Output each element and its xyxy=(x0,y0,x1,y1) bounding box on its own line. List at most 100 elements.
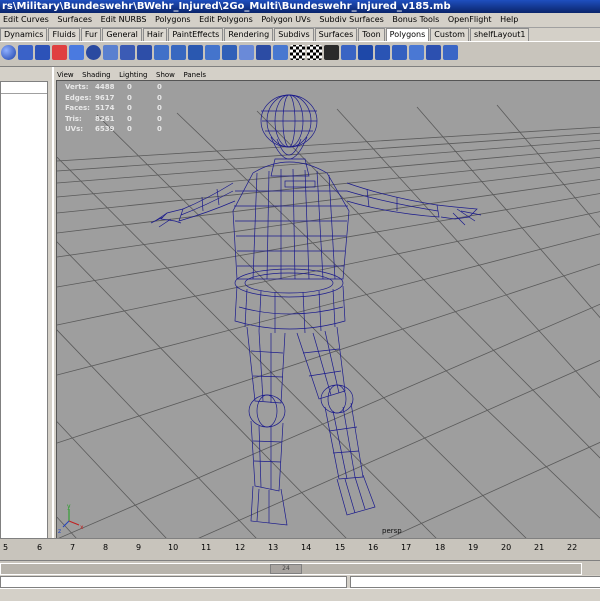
shelf-tab-surfaces[interactable]: Surfaces xyxy=(314,28,358,41)
hud-row-edges: Edges: 9617 0 0 xyxy=(65,94,185,105)
bevel-icon[interactable] xyxy=(171,45,186,60)
frame-tick: 14 xyxy=(301,543,312,552)
separate-icon[interactable] xyxy=(120,45,135,60)
flip-normal-icon[interactable] xyxy=(358,45,373,60)
frame-tick: 18 xyxy=(435,543,446,552)
merge-icon[interactable] xyxy=(188,45,203,60)
main-menu-bar: Edit Curves Surfaces Edit NURBS Polygons… xyxy=(0,13,600,28)
hud-label: Verts: xyxy=(65,83,89,91)
menu-edit-polygons[interactable]: Edit Polygons xyxy=(196,13,256,27)
viewport-menu-shading[interactable]: Shading xyxy=(79,70,113,80)
flip-uv-icon[interactable] xyxy=(443,45,458,60)
time-slider[interactable]: 5 6 7 8 9 10 11 12 13 14 15 16 17 18 19 … xyxy=(0,538,600,560)
smooth-icon[interactable] xyxy=(205,45,220,60)
soften-edge-icon[interactable] xyxy=(375,45,390,60)
poly-count-hud: Verts: 4488 0 0 Edges: 9617 0 0 Faces: 5174 0 0 T… xyxy=(65,83,185,136)
cube-icon[interactable] xyxy=(18,45,33,60)
menu-bonus-tools[interactable]: Bonus Tools xyxy=(389,13,442,27)
quadrangulate-icon[interactable] xyxy=(426,45,441,60)
menu-polygons[interactable]: Polygons xyxy=(152,13,194,27)
hud-label: Edges: xyxy=(65,93,92,102)
shelf-icon-row xyxy=(0,41,600,67)
camera-label: persp xyxy=(382,527,402,535)
frame-tick: 19 xyxy=(468,543,479,552)
shelf-tab-general[interactable]: General xyxy=(102,28,142,41)
reduce-icon[interactable] xyxy=(222,45,237,60)
frame-tick: 10 xyxy=(168,543,179,552)
menu-help[interactable]: Help xyxy=(497,13,521,27)
combine-icon[interactable] xyxy=(103,45,118,60)
triangulate-icon[interactable] xyxy=(409,45,424,60)
outliner-panel xyxy=(0,67,50,539)
layout-uv-icon[interactable] xyxy=(324,45,339,60)
viewport-menu-bar: View Shading Lighting Show Panels xyxy=(54,70,209,80)
command-input[interactable] xyxy=(0,576,347,588)
shelf-tab-dynamics[interactable]: Dynamics xyxy=(0,28,48,41)
hud-value: 0 xyxy=(127,114,132,123)
shelf-tab-custom[interactable]: Custom xyxy=(430,28,469,41)
cone-icon[interactable] xyxy=(52,45,67,60)
shelf-tab-painteffects[interactable]: PaintEffects xyxy=(168,28,224,41)
hud-value: 4488 xyxy=(95,83,115,91)
hud-value: 0 xyxy=(127,83,132,91)
menu-edit-nurbs[interactable]: Edit NURBS xyxy=(98,13,150,27)
menu-subdiv-surfaces[interactable]: Subdiv Surfaces xyxy=(316,13,386,27)
cylinder-icon[interactable] xyxy=(35,45,50,60)
axis-x-label: x xyxy=(80,524,84,531)
window-title: rs\Military\Bundeswehr\BWehr_Injured\2Go… xyxy=(2,1,451,12)
shelf-tab-fluids[interactable]: Fluids xyxy=(48,28,80,41)
ground-grid xyxy=(57,104,600,539)
viewport-menu-panels[interactable]: Panels xyxy=(180,70,209,80)
shelf-tab-toon[interactable]: Toon xyxy=(358,28,385,41)
hud-value: 0 xyxy=(127,125,132,133)
hud-value: 0 xyxy=(157,93,162,102)
command-line xyxy=(0,575,600,588)
shelf-tab-hair[interactable]: Hair xyxy=(142,28,168,41)
viewport-menu-show[interactable]: Show xyxy=(153,70,178,80)
outliner-row[interactable] xyxy=(1,82,47,94)
frame-tick: 21 xyxy=(534,543,545,552)
outliner-list[interactable] xyxy=(0,81,48,539)
menu-edit-curves[interactable]: Edit Curves xyxy=(0,13,52,27)
hud-value: 0 xyxy=(127,93,132,102)
hud-value: 6539 xyxy=(95,125,115,133)
append-icon[interactable] xyxy=(273,45,288,60)
viewport-menu-view[interactable]: View xyxy=(54,70,77,80)
hud-row-uvs: UVs: 6539 0 0 xyxy=(65,125,185,136)
sphere-icon[interactable] xyxy=(1,45,16,60)
shelf-tab-polygons[interactable]: Polygons xyxy=(385,28,430,41)
hud-value: 0 xyxy=(157,125,162,133)
shelf-tab-shelflayout1[interactable]: shelfLayout1 xyxy=(469,28,530,41)
viewport-panel: View Shading Lighting Show Panels y z x … xyxy=(52,67,600,540)
perspective-viewport[interactable]: y z x Verts: 4488 0 0 Edges: 9617 0 0 Faces: 51… xyxy=(56,80,600,540)
frame-tick: 16 xyxy=(368,543,379,552)
menu-openflight[interactable]: OpenFlight xyxy=(445,13,495,27)
shelf-tab-subdivs[interactable]: Subdivs xyxy=(274,28,314,41)
uv-checker-icon[interactable] xyxy=(307,45,322,60)
hud-value: 0 xyxy=(157,114,162,123)
menu-polygon-uvs[interactable]: Polygon UVs xyxy=(258,13,313,27)
hud-value: 5174 xyxy=(95,104,115,112)
shelf-tabs: Dynamics Fluids Fur General Hair PaintEffects… xyxy=(0,28,600,41)
wedge-icon[interactable] xyxy=(256,45,271,60)
viewport-menu-lighting[interactable]: Lighting xyxy=(116,70,150,80)
frame-tick: 8 xyxy=(103,543,109,552)
axis-indicator: y z x xyxy=(58,503,84,535)
harden-edge-icon[interactable] xyxy=(392,45,407,60)
range-slider: 24 xyxy=(0,560,600,575)
extrude-icon[interactable] xyxy=(137,45,152,60)
range-handle[interactable]: 24 xyxy=(270,564,302,574)
checker-icon[interactable] xyxy=(290,45,305,60)
cut-icon[interactable] xyxy=(239,45,254,60)
split-icon[interactable] xyxy=(154,45,169,60)
character-wireframe[interactable] xyxy=(150,94,482,526)
shelf-tab-fur[interactable]: Fur xyxy=(80,28,102,41)
menu-surfaces[interactable]: Surfaces xyxy=(54,13,95,27)
axis-z-label: z xyxy=(58,528,61,535)
torus-icon[interactable] xyxy=(86,45,101,60)
shelf-tab-rendering[interactable]: Rendering xyxy=(224,28,274,41)
mirror-icon[interactable] xyxy=(341,45,356,60)
hud-row-tris: Tris: 8261 0 0 xyxy=(65,115,185,126)
plane-icon[interactable] xyxy=(69,45,84,60)
frame-tick: 9 xyxy=(136,543,142,552)
